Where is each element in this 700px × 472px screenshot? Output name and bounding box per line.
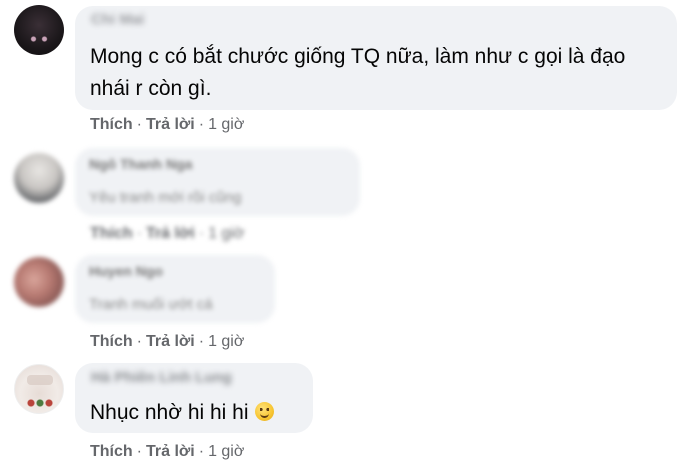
comment-text: Nhục nhờ hi hi hi	[90, 401, 249, 424]
avatar[interactable]	[14, 153, 64, 203]
avatar[interactable]	[14, 257, 64, 307]
comment-author[interactable]: Hà Phiên Linh Lung	[91, 369, 232, 386]
comment-text: Mong c có bắt chước giống TQ nữa, làm nh…	[90, 45, 626, 100]
comment-actions: Thích · Trả lời · 1 giờ	[90, 225, 244, 243]
reply-button[interactable]: Trả lời	[146, 116, 195, 133]
reply-button[interactable]: Trả lời	[146, 225, 195, 242]
separator: ·	[136, 116, 142, 133]
comment-text: Yêu tranh mới rồi cũng	[89, 189, 242, 206]
comment-bubble: Huyen Ngo Tranh muối ướt cá	[75, 255, 275, 323]
comment-time[interactable]: 1 giờ	[208, 333, 244, 350]
like-button[interactable]: Thích	[90, 443, 133, 460]
comment-author[interactable]: Chi Mai	[91, 11, 144, 28]
comment-author[interactable]: Huyen Ngo	[89, 263, 163, 279]
comment-bubble: Ngô Thanh Nga Yêu tranh mới rồi cũng	[75, 148, 360, 216]
separator: ·	[136, 333, 142, 350]
like-button[interactable]: Thích	[90, 225, 133, 242]
avatar-detail	[25, 399, 55, 407]
separator: ·	[198, 333, 205, 350]
separator: ·	[136, 443, 142, 460]
like-button[interactable]: Thích	[90, 333, 133, 350]
comment-time[interactable]: 1 giờ	[208, 443, 244, 460]
reply-button[interactable]: Trả lời	[146, 443, 195, 460]
comment-text-wrapper: Nhục nhờ hi hi hi	[90, 397, 274, 429]
separator: ·	[136, 225, 142, 242]
avatar-detail	[28, 35, 50, 43]
comment-bubble: Chi Mai Mong c có bắt chước giống TQ nữa…	[75, 6, 677, 110]
separator: ·	[198, 225, 205, 242]
comment-text: Tranh muối ướt cá	[89, 296, 213, 313]
comment-bubble: Hà Phiên Linh Lung Nhục nhờ hi hi hi	[75, 363, 313, 433]
comment-actions: Thích · Trả lời · 1 giờ	[90, 116, 244, 134]
separator: ·	[198, 443, 205, 460]
comment-actions: Thích · Trả lời · 1 giờ	[90, 443, 244, 461]
avatar[interactable]	[14, 364, 64, 414]
comment-time[interactable]: 1 giờ	[208, 116, 244, 133]
separator: ·	[198, 116, 205, 133]
reply-button[interactable]: Trả lời	[146, 333, 195, 350]
like-button[interactable]: Thích	[90, 116, 133, 133]
comment-author[interactable]: Ngô Thanh Nga	[89, 156, 192, 172]
avatar-detail	[27, 375, 53, 385]
avatar[interactable]	[14, 5, 64, 55]
comment-actions: Thích · Trả lời · 1 giờ	[90, 333, 244, 351]
smiling-face-icon	[254, 402, 274, 421]
comment-time[interactable]: 1 giờ	[208, 225, 244, 242]
